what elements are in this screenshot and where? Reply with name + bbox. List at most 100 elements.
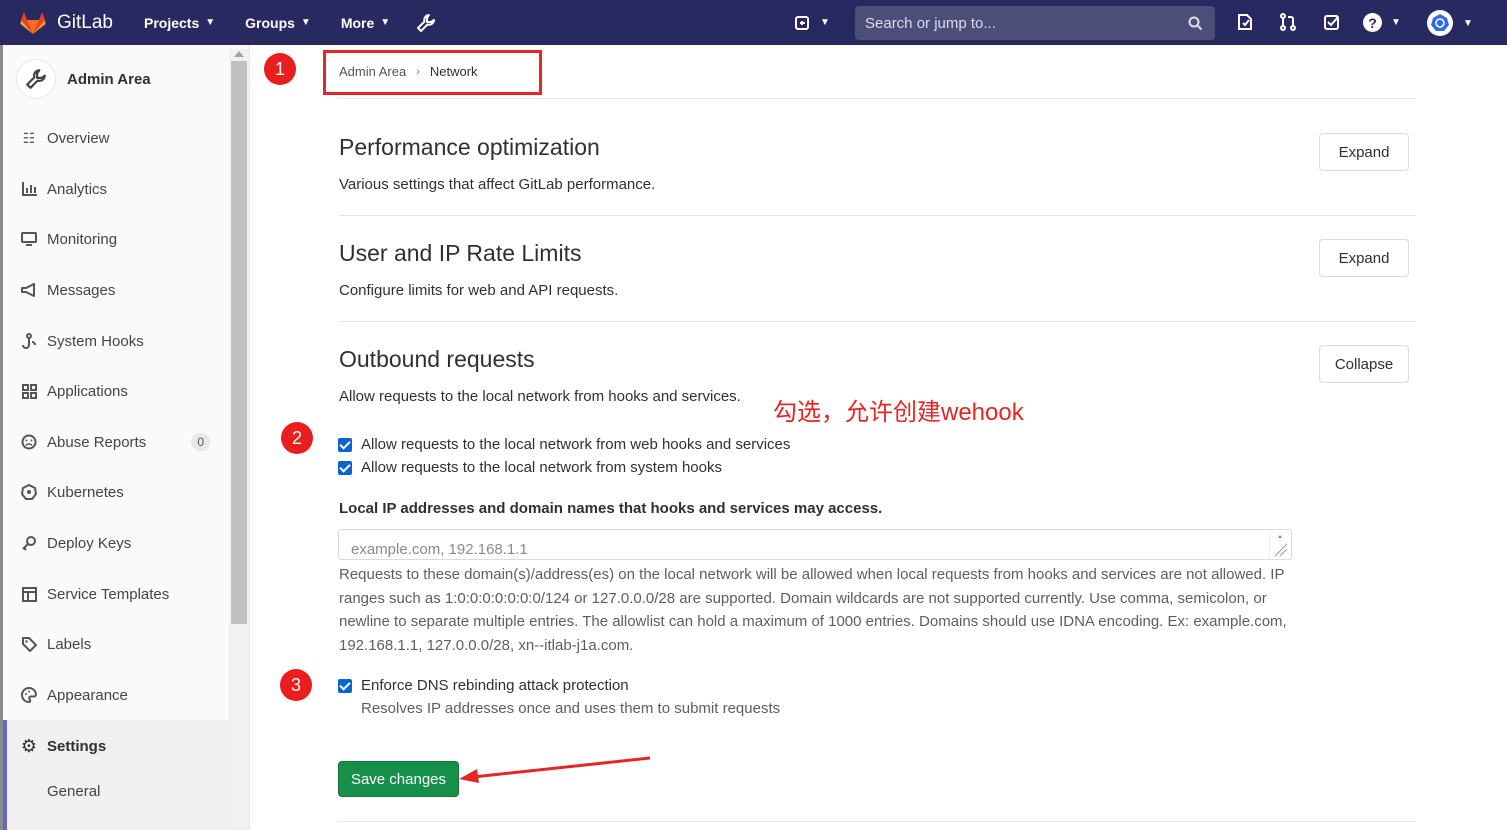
sidebar-item-service-templates[interactable]: Service Templates xyxy=(20,585,210,603)
divider xyxy=(339,821,1416,822)
nav-projects-label: Projects xyxy=(143,14,200,31)
allow-webhooks-checkbox-row[interactable]: Allow requests to the local network from… xyxy=(338,436,790,453)
gitlab-logo-icon xyxy=(20,11,46,34)
sidebar-item-label: General xyxy=(47,783,101,800)
monitor-icon xyxy=(20,230,38,248)
search-icon xyxy=(1188,16,1203,30)
allow-system-hooks-checkbox[interactable] xyxy=(338,460,352,475)
apps-icon xyxy=(20,382,38,400)
nav-projects[interactable]: Projects ▼ xyxy=(144,15,215,31)
admin-wrench-icon[interactable] xyxy=(416,13,436,33)
kubernetes-avatar-icon xyxy=(1431,14,1449,31)
search-input[interactable]: Search or jump to... xyxy=(855,6,1215,40)
allowlist-textarea[interactable]: example.com, 192.168.1.1 xyxy=(338,529,1292,560)
allow-webhooks-label: Allow requests to the local network from… xyxy=(361,436,791,453)
chart-icon xyxy=(20,180,38,198)
expand-rate-limits-button[interactable]: Expand xyxy=(1319,239,1409,277)
section-desc-performance: Various settings that affect GitLab perf… xyxy=(339,176,656,193)
merge-request-icon[interactable] xyxy=(1279,13,1297,31)
breadcrumb-current[interactable]: Network xyxy=(430,64,478,79)
sidebar-item-label: Monitoring xyxy=(47,230,118,248)
kubernetes-icon xyxy=(20,483,38,501)
active-indicator xyxy=(3,720,7,830)
annotation-marker-2: 2 xyxy=(281,422,313,454)
sidebar-header[interactable]: Admin Area xyxy=(16,59,151,99)
chevron-down-icon: ▼ xyxy=(1391,17,1401,28)
sidebar-item-label: Analytics xyxy=(47,180,108,198)
sidebar-item-appearance[interactable]: Appearance xyxy=(20,686,210,704)
section-desc-outbound: Allow requests to the local network from… xyxy=(339,388,741,405)
dns-rebinding-checkbox[interactable] xyxy=(338,678,352,693)
sidebar-item-kubernetes[interactable]: Kubernetes xyxy=(20,483,210,501)
sidebar-item-analytics[interactable]: Analytics xyxy=(20,180,210,198)
sidebar-item-label: Appearance xyxy=(47,686,128,704)
chevron-right-icon: › xyxy=(416,65,420,78)
key-icon xyxy=(20,534,38,552)
chevron-down-icon: ▼ xyxy=(1463,17,1473,29)
sidebar-item-overview[interactable]: ☷ Overview xyxy=(20,129,210,147)
megaphone-icon xyxy=(20,281,38,299)
sidebar-edge xyxy=(0,45,3,830)
scrollbar-thumb[interactable] xyxy=(231,61,247,624)
divider xyxy=(339,215,1416,216)
save-changes-button[interactable]: Save changes xyxy=(338,761,459,797)
sidebar-item-system-hooks[interactable]: System Hooks xyxy=(20,332,210,350)
allow-system-hooks-checkbox-row[interactable]: Allow requests to the local network from… xyxy=(338,459,722,476)
admin-avatar xyxy=(16,59,56,99)
template-icon xyxy=(20,585,38,603)
breadcrumb-parent[interactable]: Admin Area xyxy=(339,64,406,79)
frown-icon xyxy=(20,433,38,451)
annotation-marker-3: 3 xyxy=(280,669,312,701)
sidebar-item-deploy-keys[interactable]: Deploy Keys xyxy=(20,534,210,552)
sidebar-item-label: Labels xyxy=(47,635,92,653)
annotation-arrow-icon xyxy=(459,756,651,783)
expand-performance-button[interactable]: Expand xyxy=(1319,133,1409,171)
sidebar-item-labels[interactable]: Labels xyxy=(20,635,210,653)
allow-webhooks-checkbox[interactable] xyxy=(338,437,352,452)
nav-groups-label: Groups xyxy=(245,14,295,31)
sidebar-item-label: Applications xyxy=(47,382,128,400)
sidebar-item-monitoring[interactable]: Monitoring xyxy=(20,230,210,248)
divider xyxy=(339,321,1416,322)
collapse-outbound-button[interactable]: Collapse xyxy=(1319,345,1409,383)
allowlist-help-text: Requests to these domain(s)/address(es) … xyxy=(339,566,1287,654)
gitlab-brand[interactable]: GitLab xyxy=(20,11,113,35)
textarea-resize-handle[interactable] xyxy=(1269,532,1289,558)
resize-grip-icon xyxy=(1274,535,1288,557)
scroll-up-arrow-icon[interactable] xyxy=(234,51,244,57)
breadcrumb: Admin Area › Network xyxy=(339,64,478,79)
sidebar-item-settings[interactable]: ⚙ Settings xyxy=(20,735,210,756)
wrench-icon xyxy=(26,69,46,89)
sidebar-item-label: Kubernetes xyxy=(47,483,124,501)
hook-icon xyxy=(20,332,38,350)
palette-icon xyxy=(20,686,38,704)
sidebar-title: Admin Area xyxy=(67,70,151,88)
plus-square-icon xyxy=(795,15,809,30)
sidebar-item-messages[interactable]: Messages xyxy=(20,281,210,299)
chevron-down-icon: ▼ xyxy=(300,17,311,28)
new-dropdown[interactable]: ▼ xyxy=(795,15,830,30)
help-dropdown[interactable]: ? ▼ xyxy=(1363,13,1401,32)
section-desc-rate-limits: Configure limits for web and API request… xyxy=(339,282,619,299)
nav-more[interactable]: More ▼ xyxy=(341,15,390,31)
nav-groups[interactable]: Groups ▼ xyxy=(245,15,311,31)
label-icon xyxy=(20,635,38,653)
user-menu[interactable]: ▼ xyxy=(1427,10,1473,36)
search-placeholder: Search or jump to... xyxy=(865,14,996,32)
todo-icon[interactable] xyxy=(1323,13,1341,31)
issues-icon[interactable] xyxy=(1236,13,1254,31)
chevron-down-icon: ▼ xyxy=(380,17,391,28)
help-icon: ? xyxy=(1363,13,1382,32)
sidebar-item-label: Deploy Keys xyxy=(47,534,132,552)
brand-name: GitLab xyxy=(57,11,113,33)
overview-icon: ☷ xyxy=(22,129,36,146)
sidebar-item-label: System Hooks xyxy=(47,332,144,350)
sidebar-subitem-general[interactable]: General xyxy=(47,783,237,800)
sidebar-item-label: Messages xyxy=(47,281,116,299)
sidebar-item-applications[interactable]: Applications xyxy=(20,382,210,400)
annotation-marker-1: 1 xyxy=(264,53,296,85)
sidebar-item-abuse-reports[interactable]: Abuse Reports 0 xyxy=(20,433,210,451)
gear-icon: ⚙ xyxy=(20,735,38,756)
sidebar-item-label: Overview xyxy=(47,129,110,147)
dns-rebinding-checkbox-row[interactable]: Enforce DNS rebinding attack protection xyxy=(338,677,629,694)
